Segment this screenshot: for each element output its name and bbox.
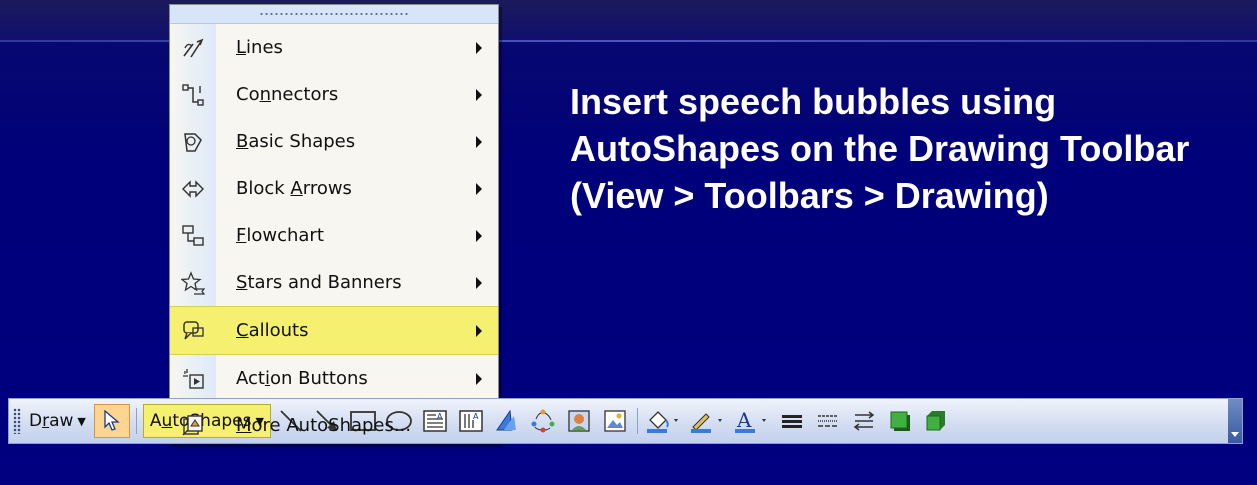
more-autoshapes-icon [170,402,216,449]
submenu-arrow-icon [476,182,482,195]
arrow-style-icon[interactable] [846,403,882,439]
draw-menu-button[interactable]: Dr aw ▼ [25,405,90,437]
dash-style-icon[interactable] [810,403,846,439]
toolbar-options-button[interactable] [1228,399,1242,443]
flowchart-icon [170,212,216,259]
submenu-arrow-icon [476,41,482,54]
callouts-icon [170,307,216,354]
submenu-arrow-icon [476,88,482,101]
diagram-icon[interactable] [525,403,561,439]
menu-item-basic-shapes[interactable]: Basic Shapes [170,118,498,165]
block-arrows-icon [170,165,216,212]
submenu-arrow-icon [476,229,482,242]
submenu-arrow-icon [476,276,482,289]
svg-text:A: A [736,408,752,432]
lines-icon [170,24,216,71]
shadow-style-icon[interactable] [882,403,918,439]
menu-item-flowchart[interactable]: Flowchart [170,212,498,259]
menu-item-stars-banners[interactable]: Stars and Banners [170,259,498,306]
font-color-icon[interactable]: A [730,403,774,439]
insert-picture-icon[interactable] [597,403,633,439]
slide-body-text: Insert speech bubbles using AutoShapes o… [570,81,1190,216]
autoshapes-menu: Lines Connectors Basic Shapes Block Arro… [169,4,499,444]
menu-item-block-arrows[interactable]: Block Arrows [170,165,498,212]
menu-item-connectors[interactable]: Connectors [170,71,498,118]
select-objects-button[interactable] [93,404,130,438]
menu-drag-handle[interactable] [170,5,498,24]
menu-item-lines[interactable]: Lines [170,24,498,71]
connectors-icon [170,71,216,118]
stars-banners-icon [170,259,216,306]
basic-shapes-icon [170,118,216,165]
fill-color-icon[interactable] [642,403,686,439]
line-color-icon[interactable] [686,403,730,439]
pointer-icon [104,410,120,431]
submenu-arrow-icon [476,135,482,148]
clip-art-icon[interactable] [561,403,597,439]
3d-style-icon[interactable] [918,403,954,439]
menu-item-callouts[interactable]: Callouts [170,306,498,355]
submenu-arrow-icon [476,324,482,337]
submenu-arrow-icon [476,372,482,385]
menu-item-action-buttons[interactable]: Action Buttons [170,355,498,402]
action-buttons-icon [170,355,216,402]
dropdown-arrow-icon: ▼ [77,414,86,428]
toolbar-grip-handle[interactable] [13,408,21,434]
line-style-icon[interactable] [774,403,810,439]
